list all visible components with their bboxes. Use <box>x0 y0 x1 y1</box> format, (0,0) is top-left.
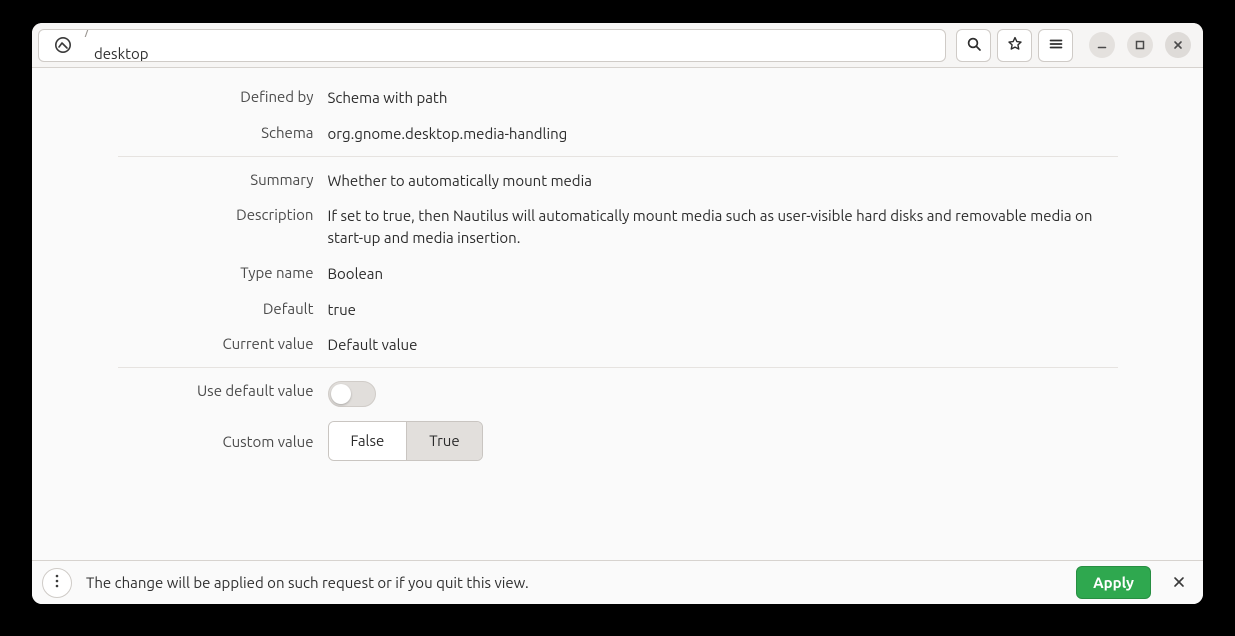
info-row: Defaulttrue <box>118 292 1118 328</box>
close-icon <box>1172 39 1184 51</box>
app-window: /org/gnome/desktop/media-handling/automo… <box>32 23 1203 604</box>
row-value: true <box>328 299 1118 321</box>
close-icon <box>1173 574 1185 592</box>
bookmark-button[interactable] <box>997 29 1032 62</box>
maximize-icon <box>1134 39 1146 51</box>
search-button[interactable] <box>956 29 991 62</box>
breadcrumb-desktop[interactable]: desktop <box>83 37 209 62</box>
row-label: Description <box>118 205 328 223</box>
use-default-switch[interactable] <box>328 381 376 407</box>
breadcrumb-separator: / <box>83 29 93 38</box>
window-controls <box>1089 32 1191 58</box>
minimize-button[interactable] <box>1089 32 1115 58</box>
switch-knob <box>331 384 351 404</box>
custom-value-true[interactable]: True <box>406 422 481 460</box>
search-icon <box>966 36 982 55</box>
path-bar: /org/gnome/desktop/media-handling/automo… <box>38 29 946 62</box>
minimize-icon <box>1096 39 1108 51</box>
maximize-button[interactable] <box>1127 32 1153 58</box>
info-row: Type nameBoolean <box>118 256 1118 292</box>
header-bar: /org/gnome/desktop/media-handling/automo… <box>32 23 1203 68</box>
menu-button[interactable] <box>1038 29 1073 62</box>
dismiss-infobar-button[interactable] <box>1165 569 1193 597</box>
actions-menu-button[interactable] <box>42 568 72 598</box>
dconf-logo-icon <box>54 36 72 54</box>
custom-value-row: Custom value FalseTrue <box>118 414 1118 468</box>
row-value: org.gnome.desktop.media-handling <box>328 123 1118 145</box>
row-label: Default <box>118 299 328 317</box>
info-row: Defined bySchema with path <box>118 80 1118 116</box>
action-bar: The change will be applied on such reque… <box>32 560 1203 604</box>
close-button[interactable] <box>1165 32 1191 58</box>
row-label: Summary <box>118 170 328 188</box>
section-divider <box>118 156 1118 157</box>
kebab-icon <box>55 574 59 591</box>
info-row: DescriptionIf set to true, then Nautilus… <box>118 198 1118 256</box>
main-content: Defined bySchema with pathSchemaorg.gnom… <box>32 68 1203 560</box>
row-value: Default value <box>328 334 1118 356</box>
row-label: Use default value <box>118 381 328 399</box>
section-divider <box>118 367 1118 368</box>
row-value: Schema with path <box>328 87 1118 109</box>
custom-value-segmented: FalseTrue <box>328 421 483 461</box>
apply-button[interactable]: Apply <box>1076 566 1151 599</box>
settings-area: Defined bySchema with pathSchemaorg.gnom… <box>118 80 1118 468</box>
use-default-row: Use default value <box>118 374 1118 414</box>
row-value: If set to true, then Nautilus will autom… <box>328 205 1118 249</box>
row-value: Boolean <box>328 263 1118 285</box>
row-label: Custom value <box>118 432 328 450</box>
custom-value-false[interactable]: False <box>329 422 407 460</box>
info-row: Schemaorg.gnome.desktop.media-handling <box>118 116 1118 152</box>
row-label: Schema <box>118 123 328 141</box>
row-label: Current value <box>118 334 328 352</box>
row-label: Type name <box>118 263 328 281</box>
hamburger-icon <box>1048 36 1064 55</box>
info-row: Current valueDefault value <box>118 327 1118 363</box>
row-label: Defined by <box>118 87 328 105</box>
infobar-message: The change will be applied on such reque… <box>86 574 1062 591</box>
row-value: Whether to automatically mount media <box>328 170 1118 192</box>
info-row: SummaryWhether to automatically mount me… <box>118 163 1118 199</box>
app-icon-button[interactable] <box>43 29 83 62</box>
star-icon <box>1007 36 1023 55</box>
